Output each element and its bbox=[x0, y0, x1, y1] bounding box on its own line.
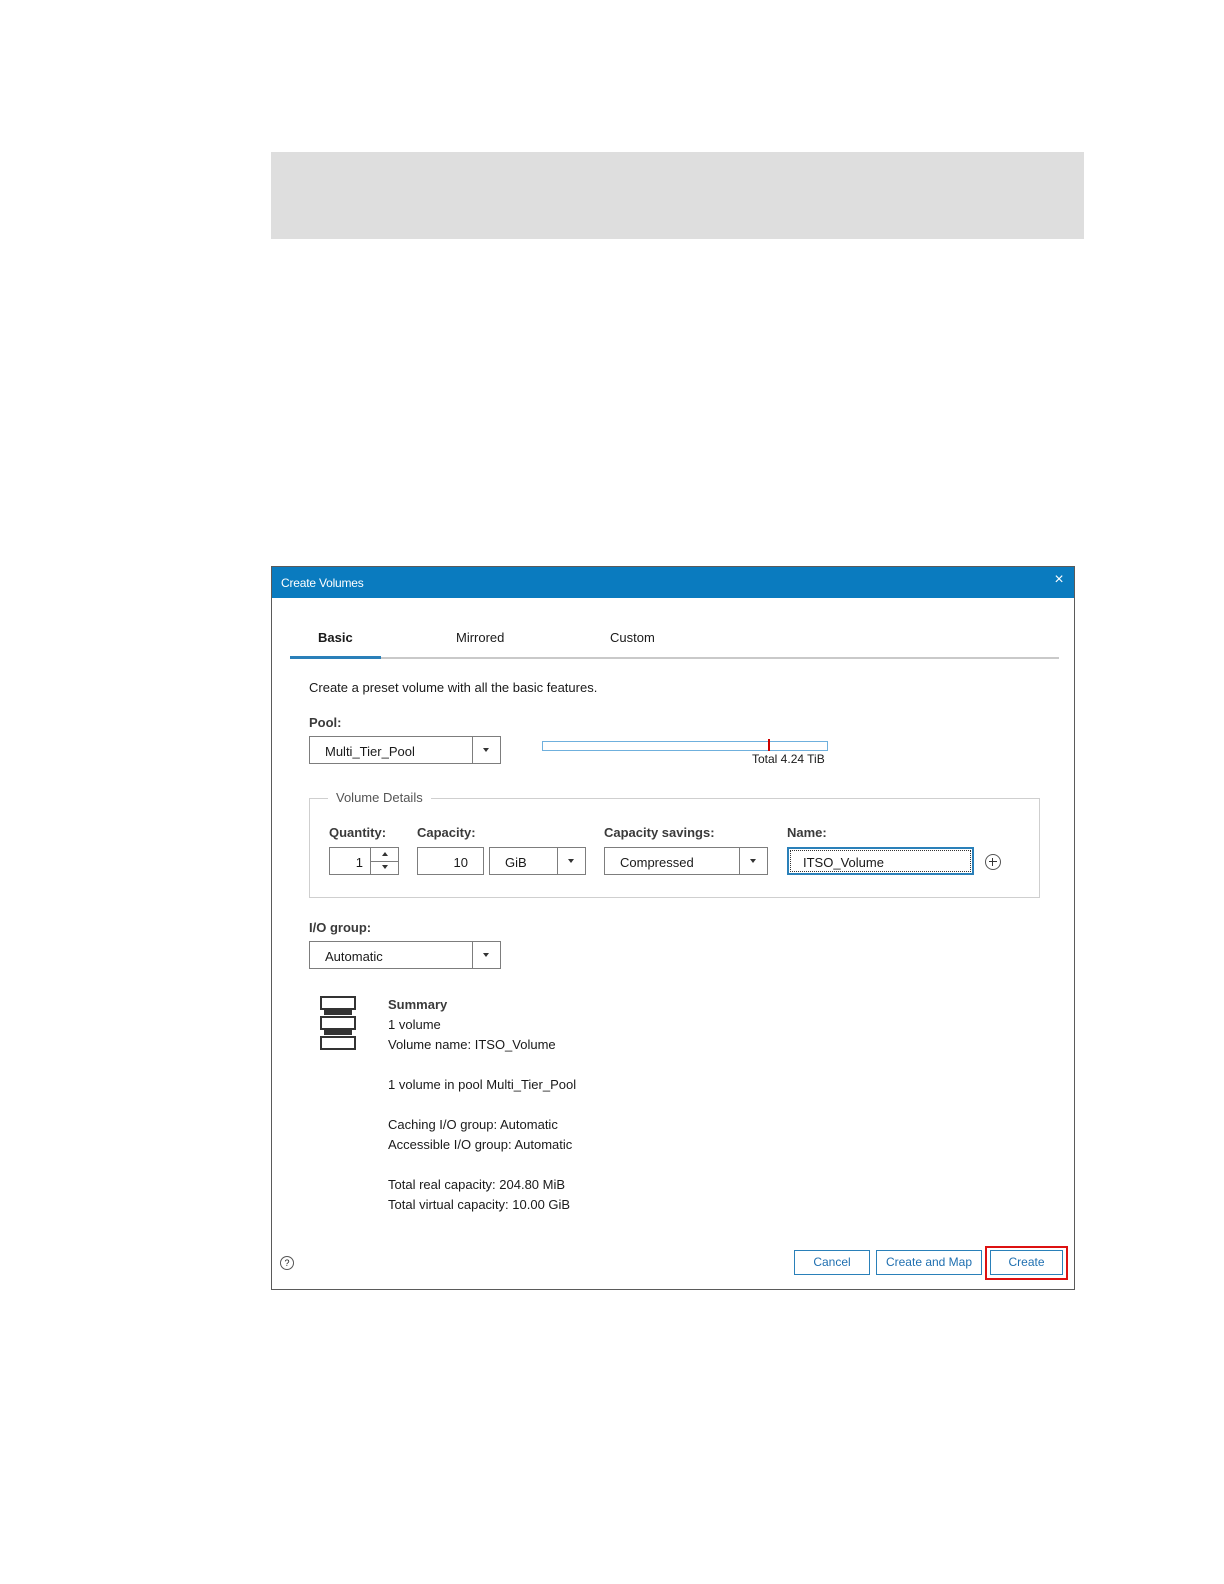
capacity-savings-select[interactable]: Compressed bbox=[604, 847, 768, 875]
tab-basic[interactable]: Basic bbox=[318, 630, 353, 645]
quantity-stepper-buttons bbox=[370, 848, 398, 874]
capacity-marker bbox=[768, 739, 770, 751]
volume-box-icon bbox=[320, 1036, 356, 1050]
pool-capacity-text: Total 4.24 TiB bbox=[752, 752, 825, 766]
pool-value: Multi_Tier_Pool bbox=[325, 744, 415, 759]
page-header-band bbox=[271, 152, 1084, 239]
summary-line: Accessible I/O group: Automatic bbox=[388, 1137, 573, 1152]
pool-label: Pool: bbox=[309, 715, 342, 730]
volume-divider-icon bbox=[324, 1010, 352, 1015]
chevron-down-icon[interactable] bbox=[739, 848, 767, 874]
chevron-down-icon[interactable] bbox=[472, 942, 500, 968]
cancel-button[interactable]: Cancel bbox=[794, 1250, 870, 1275]
increment-icon[interactable] bbox=[371, 848, 398, 862]
volumes-icon bbox=[320, 996, 360, 1054]
dialog-title: Create Volumes bbox=[281, 576, 364, 590]
name-label: Name: bbox=[787, 825, 827, 840]
capacity-unit-select[interactable]: GiB bbox=[489, 847, 586, 875]
volume-box-icon bbox=[320, 996, 356, 1010]
capacity-savings-value: Compressed bbox=[620, 855, 694, 870]
summary-heading: Summary bbox=[388, 997, 448, 1012]
create-volumes-dialog: Create Volumes × Basic Mirrored Custom C… bbox=[271, 566, 1075, 1290]
chevron-down-icon[interactable] bbox=[557, 848, 585, 874]
summary-line: Total real capacity: 204.80 MiB bbox=[388, 1177, 566, 1192]
quantity-label: Quantity: bbox=[329, 825, 387, 840]
create-button[interactable]: Create bbox=[990, 1250, 1063, 1275]
chevron-down-icon[interactable] bbox=[472, 737, 500, 763]
tab-mirrored[interactable]: Mirrored bbox=[456, 630, 504, 645]
capacity-savings-label: Capacity savings: bbox=[604, 825, 715, 840]
volume-name-value: ITSO_Volume bbox=[803, 855, 884, 870]
summary-line: Total virtual capacity: 10.00 GiB bbox=[388, 1197, 571, 1212]
decrement-icon[interactable] bbox=[371, 861, 398, 874]
volume-box-icon bbox=[320, 1016, 356, 1030]
tab-custom[interactable]: Custom bbox=[610, 630, 655, 645]
quantity-value: 1 bbox=[355, 855, 363, 870]
active-tab-indicator bbox=[290, 656, 381, 659]
summary-line: Volume name: ITSO_Volume bbox=[388, 1037, 556, 1052]
tab-bar: Basic Mirrored Custom bbox=[290, 623, 1059, 659]
capacity-label: Capacity: bbox=[417, 825, 476, 840]
dialog-titlebar: Create Volumes × bbox=[272, 567, 1074, 598]
close-icon[interactable]: × bbox=[1050, 571, 1068, 589]
io-group-select[interactable]: Automatic bbox=[309, 941, 501, 969]
summary-line: 1 volume in pool Multi_Tier_Pool bbox=[388, 1077, 577, 1092]
io-group-label: I/O group: bbox=[309, 920, 372, 935]
volume-name-field[interactable]: ITSO_Volume bbox=[787, 847, 974, 875]
capacity-input[interactable]: 10 bbox=[417, 847, 484, 875]
io-group-value: Automatic bbox=[325, 949, 383, 964]
summary-line: Caching I/O group: Automatic bbox=[388, 1117, 558, 1132]
add-volume-icon[interactable] bbox=[985, 854, 1001, 870]
capacity-unit-value: GiB bbox=[505, 855, 527, 870]
volume-details-legend: Volume Details bbox=[328, 790, 431, 805]
quantity-stepper[interactable]: 1 bbox=[329, 847, 399, 875]
create-and-map-button[interactable]: Create and Map bbox=[876, 1250, 982, 1275]
dialog-description: Create a preset volume with all the basi… bbox=[309, 680, 598, 695]
pool-select[interactable]: Multi_Tier_Pool bbox=[309, 736, 501, 764]
help-icon[interactable]: ? bbox=[280, 1256, 294, 1270]
pool-capacity-bar bbox=[542, 739, 828, 751]
summary-line: 1 volume bbox=[388, 1017, 441, 1032]
capacity-value: 10 bbox=[453, 855, 468, 870]
volume-divider-icon bbox=[324, 1030, 352, 1035]
